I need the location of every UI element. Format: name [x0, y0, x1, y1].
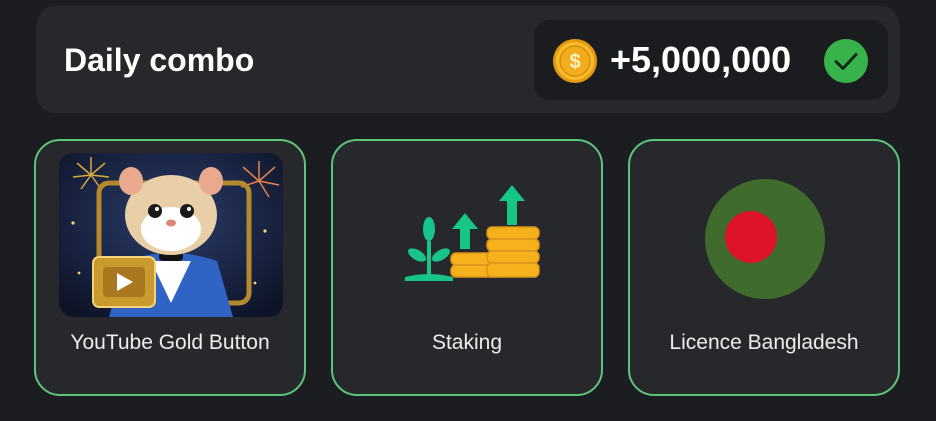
- combo-card-licence-bangladesh[interactable]: Licence Bangladesh: [628, 139, 900, 396]
- card-image: [59, 153, 283, 317]
- card-image: [405, 185, 541, 285]
- daily-combo-title: Daily combo: [64, 42, 255, 78]
- reward-amount: +5,000,000: [610, 39, 792, 80]
- combo-card-youtube-gold-button[interactable]: YouTube Gold Button: [34, 139, 306, 396]
- reward-pill: $ +5,000,000: [534, 20, 888, 100]
- combo-card-staking[interactable]: Staking: [331, 139, 603, 396]
- staking-growth-icon: [405, 185, 540, 281]
- card-label: Licence Bangladesh: [669, 331, 859, 354]
- card-image: [703, 177, 827, 301]
- check-circle-icon: [824, 39, 868, 83]
- daily-combo-bar: Daily combo $ +5,000,000: [36, 6, 900, 113]
- svg-text:$: $: [569, 51, 580, 73]
- hamster-gold-button-illustration: [59, 153, 283, 317]
- card-label: Staking: [431, 331, 503, 354]
- dollar-coin-icon: $: [553, 39, 597, 83]
- bangladesh-flag-icon: [705, 179, 825, 299]
- card-label: YouTube Gold Button: [70, 331, 270, 354]
